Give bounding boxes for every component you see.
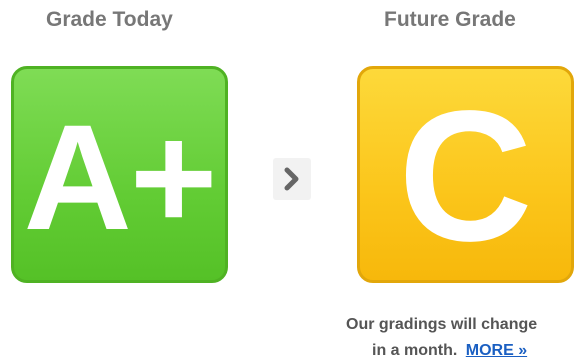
grade-today-value: A+ [23,92,218,261]
grade-today-badge: A+ [11,66,228,283]
chevron-right-glyph [284,167,299,191]
grading-change-note: Our gradings will change in a month. MOR… [346,312,575,364]
note-line-2-row: in a month. MORE » [346,338,575,364]
future-grade-title: Future Grade [384,8,516,31]
note-line-2: in a month. [372,342,458,359]
future-grade-badge: C [357,66,574,283]
future-grade-value: C [398,72,533,280]
more-link[interactable]: MORE » [466,342,527,359]
chevron-right-icon [273,158,311,200]
grade-today-title: Grade Today [46,8,173,31]
note-line-1: Our gradings will change [346,316,538,333]
